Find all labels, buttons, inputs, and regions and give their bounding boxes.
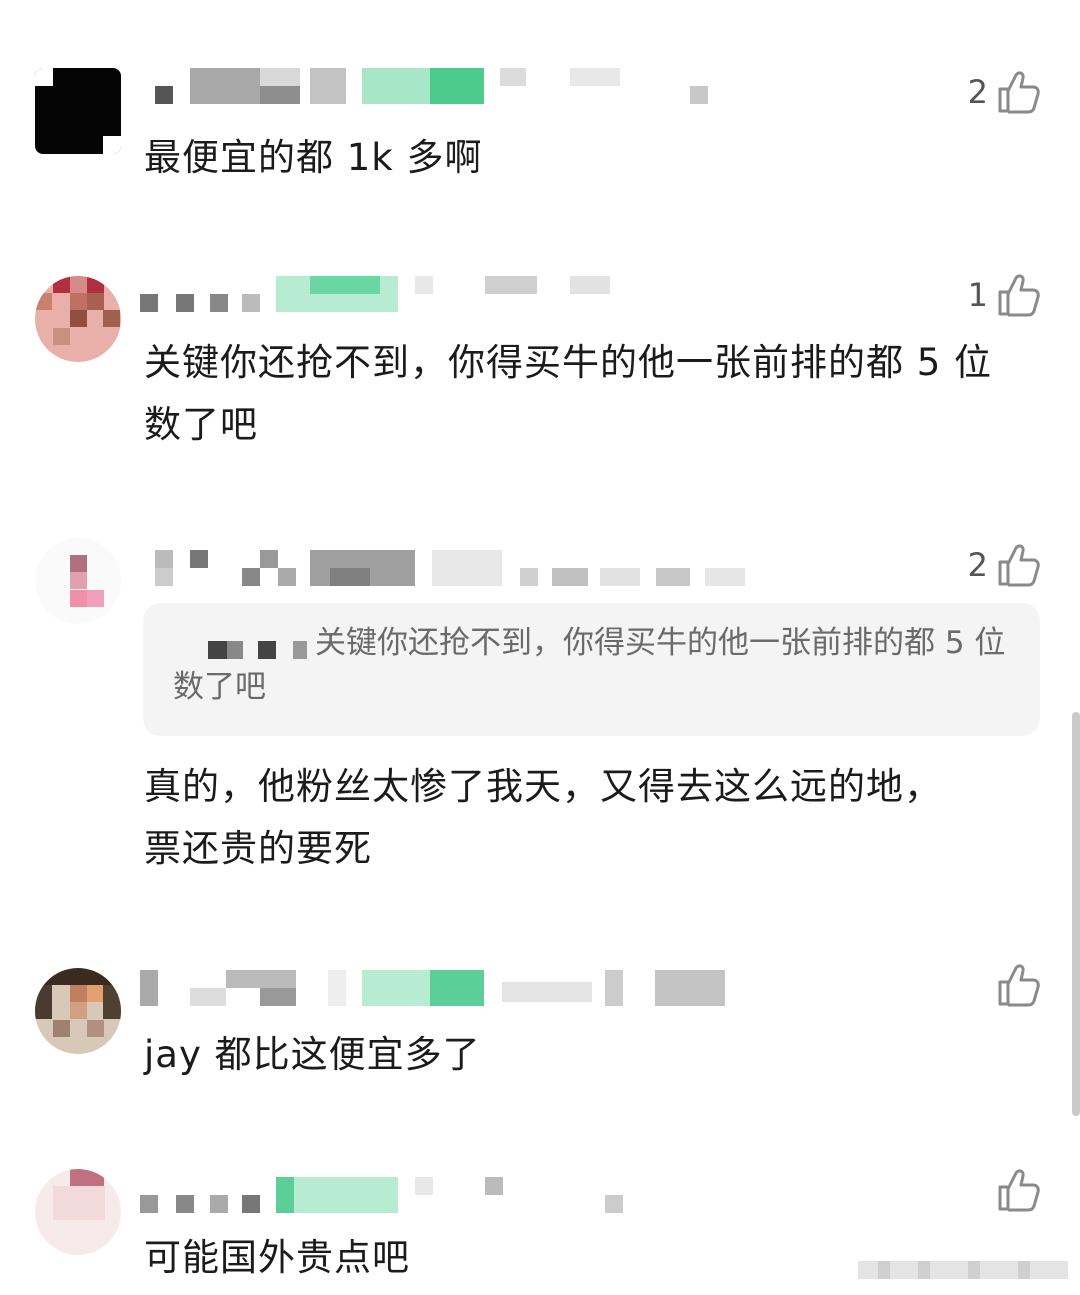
comment-text: jay 都比这便宜多了	[144, 1033, 481, 1076]
like-button[interactable]: 2	[968, 67, 1040, 117]
avatar[interactable]	[35, 968, 121, 1054]
like-button[interactable]: 2	[968, 540, 1040, 590]
like-button[interactable]	[988, 1165, 1040, 1215]
avatar[interactable]	[35, 68, 121, 154]
comment-text: 最便宜的都 1k 多啊	[144, 136, 483, 179]
comment-item: 2 最便宜的都 1k 多啊	[0, 0, 1080, 230]
scrollbar[interactable]	[1072, 712, 1080, 1116]
like-count: 2	[967, 546, 988, 584]
avatar[interactable]	[35, 538, 121, 624]
avatar[interactable]	[35, 276, 121, 362]
thumbs-up-icon	[998, 1169, 1040, 1212]
comment-item: jay 都比这便宜多了	[0, 940, 1080, 1155]
username-blurred[interactable]	[140, 276, 740, 312]
quoted-reply[interactable]: 关键你还抢不到，你得买牛的他一张前排的都 5 位数了吧	[143, 603, 1040, 736]
watermark-blurred	[858, 1259, 1068, 1281]
comment-item: 1 关键你还抢不到，你得买牛的他一张前排的都 5 位数了吧	[0, 230, 1080, 510]
username-blurred[interactable]	[140, 1177, 740, 1213]
quoted-text: 关键你还抢不到，你得买牛的他一张前排的都 5 位数了吧	[173, 625, 1006, 705]
like-count: 2	[967, 73, 988, 111]
thumbs-up-icon	[998, 544, 1040, 587]
username-blurred[interactable]	[140, 970, 740, 1006]
thumbs-up-icon	[998, 71, 1040, 114]
like-button[interactable]: 1	[968, 270, 1040, 320]
thumbs-up-icon	[998, 274, 1040, 317]
like-count: 1	[967, 276, 988, 314]
comment-text: 真的，他粉丝太惨了我天，又得去这么远的地，票还贵的要死	[144, 765, 942, 870]
comment-item: 2 关键你还抢不到，你得买牛的他一张前排的都 5 位数了吧 真的，他粉丝太惨了我…	[0, 510, 1080, 940]
username-blurred[interactable]	[140, 68, 740, 104]
username-blurred[interactable]	[140, 550, 745, 586]
thumbs-up-icon	[998, 964, 1040, 1007]
like-button[interactable]	[988, 960, 1040, 1010]
avatar[interactable]	[35, 1169, 121, 1255]
comment-text: 关键你还抢不到，你得买牛的他一张前排的都 5 位数了吧	[144, 341, 993, 446]
